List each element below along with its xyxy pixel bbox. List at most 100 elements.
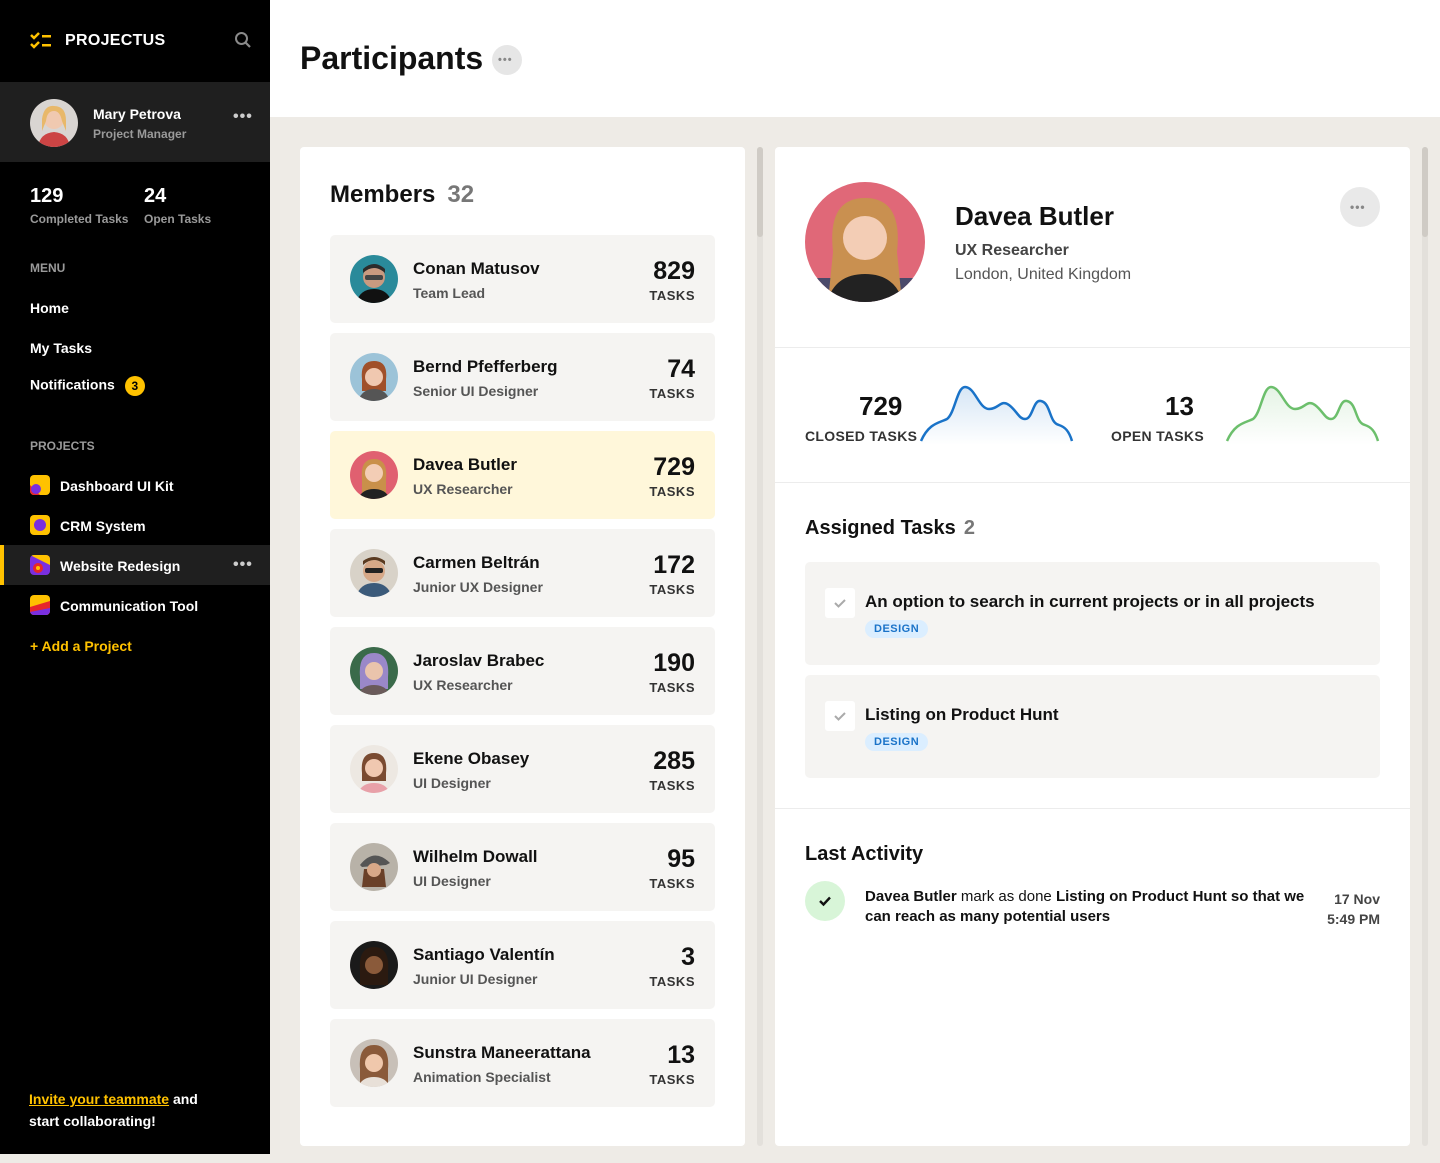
avatar [350,549,398,597]
activity-date: 17 Nov [1334,891,1380,907]
profile-location: London, United Kingdom [955,266,1132,283]
member-role: UI Designer [413,873,491,889]
members-scrollbar[interactable] [757,147,763,1146]
activity-text: Davea Butler mark as done Listing on Pro… [865,887,1305,927]
search-icon[interactable] [234,31,252,49]
member-name: Bernd Pfefferberg [413,357,558,376]
member-task-count: 74 [667,355,695,383]
member-tasks-label: TASKS [649,288,695,303]
stat-completed: 129 Completed Tasks [30,185,128,226]
logo-icon [30,32,51,49]
member-card-selected[interactable]: Davea Butler UX Researcher 729 TASKS [330,431,715,519]
member-name: Wilhelm Dowall [413,847,538,866]
divider [775,482,1410,483]
member-card[interactable]: Sunstra Maneerattana Animation Specialis… [330,1019,715,1107]
profile-more-button[interactable]: ••• [1340,187,1380,227]
check-icon [834,599,846,608]
members-panel: Members 32 Conan Matusov Team Lead 829 TA… [300,147,745,1146]
task-item[interactable]: An option to search in current projects … [805,562,1380,665]
project-icon [30,555,50,575]
scrollbar-thumb[interactable] [757,147,763,237]
member-role: Animation Specialist [413,1069,551,1085]
member-task-count: 190 [653,649,695,677]
assigned-tasks-title: Assigned Tasks 2 [805,517,975,540]
task-checkbox[interactable] [825,701,855,731]
nav-home[interactable]: Home [30,300,69,316]
profile-role: UX Researcher [955,242,1069,259]
user-name: Mary Petrova [93,106,181,122]
member-card[interactable]: Santiago Valentín Junior UI Designer 3 T… [330,921,715,1009]
stat-label: Completed Tasks [30,212,129,226]
more-icon[interactable]: ••• [233,109,253,125]
user-role: Project Manager [93,127,187,141]
nav-my-tasks[interactable]: My Tasks [30,340,92,356]
member-card[interactable]: Jaroslav Brabec UX Researcher 190 TASKS [330,627,715,715]
project-item-website-redesign[interactable]: Website Redesign ••• [0,545,270,585]
member-tasks-label: TASKS [649,582,695,597]
members-title-label: Members [330,181,436,208]
member-name: Santiago Valentín [413,945,555,964]
logo-row: PROJECTUS [30,30,252,52]
topbar: Participants ••• [270,0,1440,117]
member-card[interactable]: Ekene Obasey UI Designer 285 TASKS [330,725,715,813]
member-card[interactable]: Bernd Pfefferberg Senior UI Designer 74 … [330,333,715,421]
project-label: Dashboard UI Kit [60,478,174,494]
activity-time: 5:49 PM [1327,911,1380,927]
divider [775,808,1410,809]
task-item[interactable]: Listing on Product Hunt DESIGN [805,675,1380,778]
stat-value: 24 [144,185,167,207]
profile-scrollbar[interactable] [1422,147,1428,1146]
add-project-link[interactable]: + Add a Project [30,638,132,654]
member-role: UX Researcher [413,677,513,693]
notifications-badge: 3 [124,376,145,396]
task-tag: DESIGN [865,620,929,638]
task-title: An option to search in current projects … [865,592,1315,611]
avatar [30,99,78,147]
task-checkbox[interactable] [825,588,855,618]
member-task-count: 13 [667,1041,695,1069]
activity-verb: mark as done [956,888,1056,905]
page-more-button[interactable]: ••• [492,45,522,75]
project-label: CRM System [60,518,146,534]
member-role: Junior UX Designer [413,579,543,595]
project-icon [30,515,50,535]
app-name: PROJECTUS [65,32,166,49]
nav-notifications[interactable]: Notifications 3 [30,376,145,396]
activity-actor[interactable]: Davea Butler [865,888,957,905]
task-tag: DESIGN [865,733,929,751]
more-icon[interactable]: ••• [233,557,253,573]
activity-done-icon [805,881,845,921]
project-item-communication-tool[interactable]: Communication Tool [0,585,270,625]
nav-notifications-label: Notifications [30,376,115,393]
member-name: Ekene Obasey [413,749,530,768]
stat-open: 24 Open Tasks [144,185,211,226]
member-card[interactable]: Carmen Beltrán Junior UX Designer 172 TA… [330,529,715,617]
avatar [350,353,398,401]
project-item-crm-system[interactable]: CRM System [0,505,270,545]
closed-tasks-value: 729 [859,391,903,421]
assigned-tasks-label: Assigned Tasks [805,517,956,539]
member-card[interactable]: Conan Matusov Team Lead 829 TASKS [330,235,715,323]
member-tasks-label: TASKS [649,778,695,793]
sidebar: PROJECTUS Mary Petrova Project Manager •… [0,0,270,1154]
avatar [350,843,398,891]
project-item-dashboard-ui-kit[interactable]: Dashboard UI Kit [0,465,270,505]
avatar [350,941,398,989]
open-tasks-label: OPEN TASKS [1111,428,1204,444]
members-count: 32 [447,181,475,208]
scrollbar-thumb[interactable] [1422,147,1428,237]
stat-label: Open Tasks [144,212,212,226]
current-user[interactable]: Mary Petrova Project Manager ••• [0,82,270,162]
last-activity-title: Last Activity [805,843,924,865]
member-role: Senior UI Designer [413,383,539,399]
task-title: Listing on Product Hunt [865,705,1059,724]
member-name: Davea Butler [413,455,517,474]
project-icon [30,595,50,615]
avatar [350,1039,398,1087]
project-label: Communication Tool [60,598,199,614]
member-role: Team Lead [413,285,486,301]
project-icon [30,475,50,495]
member-card[interactable]: Wilhelm Dowall UI Designer 95 TASKS [330,823,715,911]
projects-title: PROJECTS [30,439,95,453]
invite-link[interactable]: Invite your teammate [29,1091,169,1107]
